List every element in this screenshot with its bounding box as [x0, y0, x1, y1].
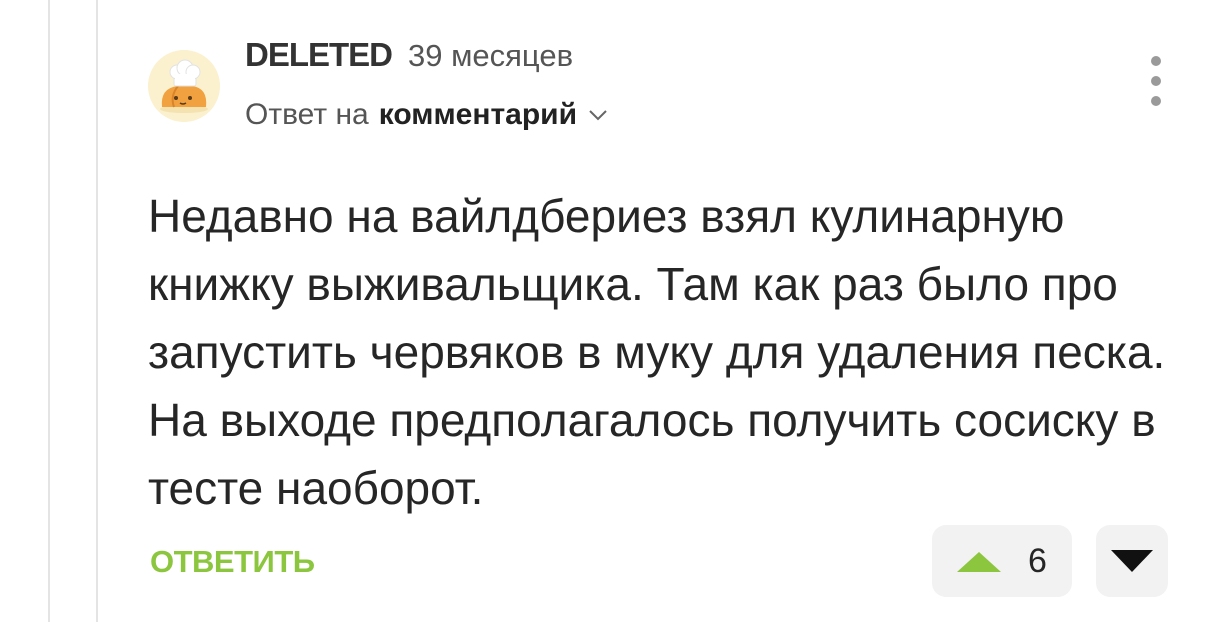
- avatar[interactable]: [148, 50, 220, 122]
- reply-button[interactable]: ОТВЕТИТЬ: [150, 544, 315, 580]
- menu-dot: [1151, 76, 1161, 86]
- reply-to-target[interactable]: комментарий: [379, 98, 577, 132]
- reply-to-link[interactable]: Ответ на комментарий: [245, 98, 609, 132]
- menu-dot: [1151, 56, 1161, 66]
- reply-to-prefix: Ответ на: [245, 98, 369, 131]
- comment: DELETED 39 месяцев Ответ на комментарий …: [0, 0, 1220, 622]
- comment-text: Недавно на вайлдбериез взял кулинарную к…: [148, 190, 1166, 514]
- upvote-button[interactable]: 6: [932, 525, 1072, 597]
- chef-bread-avatar-icon: [148, 50, 220, 122]
- triangle-down-icon: [1111, 550, 1153, 572]
- more-vertical-icon[interactable]: [1144, 56, 1168, 106]
- menu-dot: [1151, 96, 1161, 106]
- rating-count: 6: [1028, 542, 1047, 580]
- comment-author[interactable]: DELETED: [245, 36, 393, 74]
- comment-time: 39 месяцев: [408, 38, 574, 73]
- chevron-down-icon[interactable]: [587, 104, 609, 126]
- downvote-button[interactable]: [1096, 525, 1168, 597]
- triangle-up-icon: [957, 552, 1001, 572]
